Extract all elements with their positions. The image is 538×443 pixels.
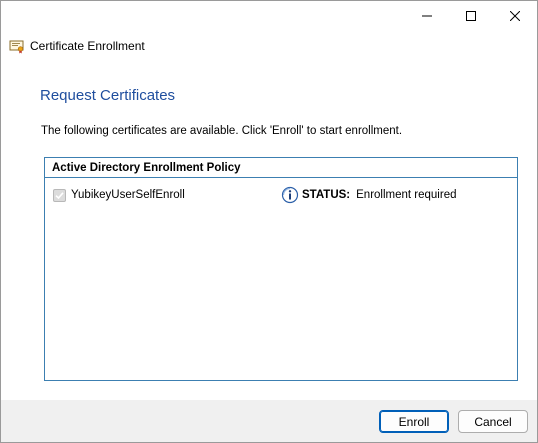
enroll-label: nroll	[406, 414, 430, 429]
certificate-checkbox[interactable]	[53, 188, 66, 202]
certificate-enrollment-window: Certificate Enrollment Request Certifica…	[0, 0, 538, 443]
minimize-button[interactable]	[405, 1, 449, 31]
close-button[interactable]	[493, 1, 537, 31]
close-icon	[510, 11, 520, 21]
certificate-status: STATUS: Enrollment required	[281, 186, 456, 204]
maximize-icon	[466, 11, 476, 21]
page-title: Request Certificates	[40, 87, 176, 104]
status-value: Enrollment required	[356, 189, 457, 201]
cancel-button[interactable]: Cancel	[458, 410, 528, 433]
wizard-header: Certificate Enrollment	[9, 37, 145, 55]
enroll-accelerator: E	[398, 414, 407, 429]
info-icon	[281, 186, 299, 204]
status-label: STATUS:	[302, 189, 351, 201]
minimize-icon	[422, 15, 432, 17]
certificate-row: YubikeyUserSelfEnroll STATUS: Enrollment…	[53, 186, 513, 204]
instructions-text: The following certificates are available…	[41, 125, 403, 137]
policy-header: Active Directory Enrollment Policy	[45, 158, 517, 178]
certificate-name: YubikeyUserSelfEnroll	[71, 189, 185, 201]
enrollment-policy-panel: Active Directory Enrollment Policy Yubik…	[44, 157, 518, 381]
maximize-button[interactable]	[449, 1, 493, 31]
enroll-button[interactable]: Enroll	[379, 410, 449, 433]
checkmark-icon	[55, 191, 64, 199]
window-controls	[405, 1, 537, 31]
dialog-footer: Enroll Cancel	[1, 400, 537, 442]
certificate-icon	[9, 40, 24, 54]
wizard-title: Certificate Enrollment	[30, 39, 145, 53]
